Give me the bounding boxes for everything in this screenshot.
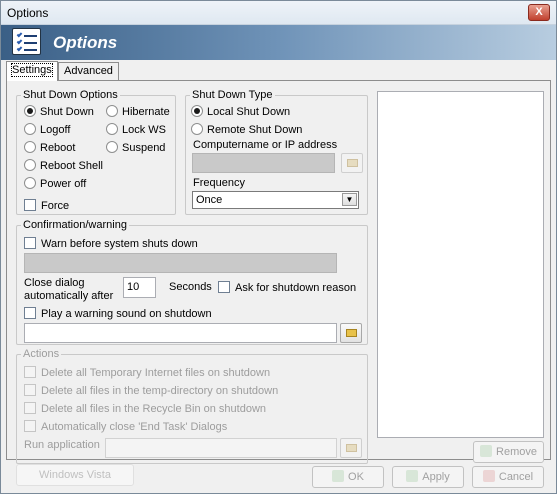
group-title: Confirmation/warning <box>21 219 129 231</box>
delete-temp-internet-checkbox[interactable]: Delete all Temporary Internet files on s… <box>24 366 270 379</box>
folder-icon <box>346 329 357 337</box>
banner-title: Options <box>53 33 118 52</box>
browse-application-button[interactable] <box>340 438 362 458</box>
browse-computer-button[interactable] <box>341 153 363 173</box>
computername-label: Computername or IP address <box>193 139 338 151</box>
settings-panel: Shut Down Options Shut Down Hibernate Lo… <box>6 80 551 464</box>
play-sound-checkbox[interactable]: Play a warning sound on shutdown <box>24 307 212 320</box>
delete-recycle-bin-checkbox[interactable]: Delete all files in the Recycle Bin on s… <box>24 402 266 415</box>
radio-button[interactable] <box>106 123 118 135</box>
radio-button[interactable] <box>106 105 118 117</box>
force-checkbox[interactable]: Force <box>24 199 69 212</box>
checkbox[interactable] <box>24 237 36 249</box>
frequency-select[interactable]: Once ▼ <box>192 191 359 209</box>
group-title: Shut Down Options <box>21 89 120 101</box>
options-window: Options X Options Settings Advanced Shut… <box>0 0 557 494</box>
sound-path-input[interactable] <box>24 323 337 343</box>
shutdown-options-group: Shut Down Options Shut Down Hibernate Lo… <box>16 89 176 215</box>
radio-reboot[interactable]: Reboot <box>24 141 75 154</box>
shutdown-type-group: Shut Down Type Local Shut Down Remote Sh… <box>185 89 368 215</box>
folder-icon <box>346 444 357 452</box>
folder-icon <box>347 159 358 167</box>
radio-hibernate[interactable]: Hibernate <box>106 105 170 118</box>
ask-reason-checkbox[interactable]: Ask for shutdown reason <box>218 281 356 294</box>
remove-button[interactable]: Remove <box>473 441 544 463</box>
confirmation-group: Confirmation/warning Warn before system … <box>16 219 368 345</box>
radio-reboot-shell[interactable]: Reboot Shell <box>24 159 103 172</box>
close-end-task-checkbox[interactable]: Automatically close 'End Task' Dialogs <box>24 420 227 433</box>
schedule-list[interactable] <box>377 91 544 438</box>
radio-lock-ws[interactable]: Lock WS <box>106 123 166 136</box>
checkbox[interactable] <box>24 307 36 319</box>
apply-button[interactable]: Apply <box>392 466 464 488</box>
ok-button[interactable]: OK <box>312 466 384 488</box>
actions-group: Actions Delete all Temporary Internet fi… <box>16 348 368 464</box>
warning-text-input[interactable] <box>24 253 337 273</box>
warn-checkbox[interactable]: Warn before system shuts down <box>24 237 198 250</box>
title-bar[interactable]: Options X <box>1 1 556 25</box>
checkbox[interactable] <box>24 199 36 211</box>
checklist-icon <box>12 28 41 55</box>
checkbox[interactable] <box>218 281 230 293</box>
radio-logoff[interactable]: Logoff <box>24 123 70 136</box>
apply-icon <box>406 470 419 482</box>
radio-power-off[interactable]: Power off <box>24 177 86 190</box>
radio-button[interactable] <box>24 123 36 135</box>
seconds-input[interactable]: 10 <box>123 277 156 298</box>
group-title: Actions <box>21 348 62 360</box>
remove-icon <box>480 445 493 457</box>
run-application-label: Run application <box>24 439 100 451</box>
cancel-icon <box>482 470 495 482</box>
header-banner: Options <box>1 25 556 60</box>
radio-button[interactable] <box>24 105 36 117</box>
chevron-down-icon[interactable]: ▼ <box>342 193 357 206</box>
run-application-input[interactable] <box>105 438 337 458</box>
delete-temp-dir-checkbox[interactable]: Delete all files in the temp-directory o… <box>24 384 278 397</box>
group-title: Shut Down Type <box>190 89 275 101</box>
checkbox[interactable] <box>24 420 36 432</box>
seconds-label: Seconds <box>169 281 212 293</box>
radio-suspend[interactable]: Suspend <box>106 141 165 154</box>
radio-button[interactable] <box>24 159 36 171</box>
checkbox[interactable] <box>24 402 36 414</box>
radio-remote-shutdown[interactable]: Remote Shut Down <box>191 123 302 136</box>
tab-settings[interactable]: Settings <box>6 61 58 81</box>
radio-shut-down[interactable]: Shut Down <box>24 105 94 118</box>
radio-button[interactable] <box>24 177 36 189</box>
radio-local-shutdown[interactable]: Local Shut Down <box>191 105 290 118</box>
radio-button[interactable] <box>24 141 36 153</box>
tab-advanced[interactable]: Advanced <box>58 62 119 80</box>
checkbox[interactable] <box>24 384 36 396</box>
frequency-label: Frequency <box>193 177 245 189</box>
cancel-button[interactable]: Cancel <box>472 466 544 488</box>
radio-button[interactable] <box>191 105 203 117</box>
browse-sound-button[interactable] <box>340 323 362 343</box>
close-button[interactable]: X <box>528 4 550 21</box>
computername-input[interactable] <box>192 153 335 173</box>
window-title: Options <box>7 6 49 20</box>
radio-button[interactable] <box>106 141 118 153</box>
style-selector[interactable]: Windows Vista <box>16 464 134 486</box>
radio-button[interactable] <box>191 123 203 135</box>
checkbox[interactable] <box>24 366 36 378</box>
ok-icon <box>332 470 345 482</box>
close-dialog-label: Close dialog automatically after <box>24 277 114 302</box>
